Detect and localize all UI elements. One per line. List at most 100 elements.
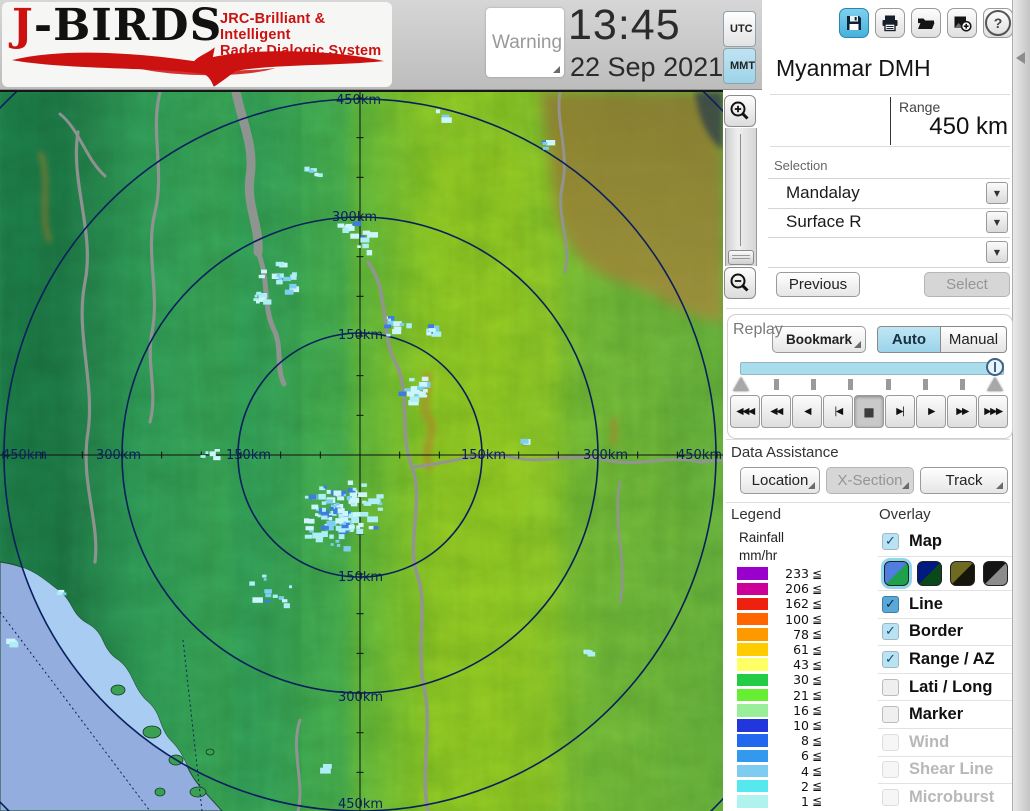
range-box-bottom-line	[770, 146, 1010, 147]
legend-row: 21 ≦	[737, 688, 847, 703]
jbirds-logo: J-BIRDS JRC-Brilliant & Intelligent Rada…	[2, 2, 392, 87]
dropdown-site[interactable]: Mandalay ▼	[768, 178, 1010, 209]
chevron-down-icon[interactable]: ▼	[986, 241, 1008, 263]
overlay-checkbox-map[interactable]: ✓	[882, 533, 899, 550]
map-style-swatch-1[interactable]	[884, 561, 909, 586]
auto-mode-button[interactable]: Auto	[877, 326, 941, 353]
overlay-label: Overlay	[879, 506, 931, 523]
map-style-swatch-4[interactable]	[983, 561, 1008, 586]
overlay-row-line: ✓ Line	[878, 591, 1012, 619]
map-style-swatch-3[interactable]	[950, 561, 975, 586]
zoom-in-button[interactable]	[724, 95, 756, 127]
legend-row: 8 ≦	[737, 733, 847, 748]
legend-swatch	[737, 582, 768, 596]
step-forward-button[interactable]: ▶|	[885, 395, 915, 428]
legend-value: 100	[785, 611, 809, 627]
ring-label: 300km	[96, 448, 141, 463]
overlay-checkbox-range-az[interactable]: ✓	[882, 650, 899, 668]
legend-comparator: ≦	[812, 688, 823, 703]
dropdown-extra[interactable]: ▼	[768, 238, 1010, 268]
map-style-swatch-2[interactable]	[917, 561, 942, 586]
legend-value: 4	[801, 763, 809, 779]
overlay-checkbox-border[interactable]: ✓	[882, 623, 899, 641]
play-reverse-button[interactable]: ◀	[792, 395, 822, 428]
utc-button[interactable]: UTC	[723, 11, 756, 47]
overlay-checkbox-microburst	[882, 788, 899, 806]
chevron-down-icon[interactable]: ▼	[986, 211, 1008, 233]
collapse-panel-arrow-icon[interactable]	[1016, 52, 1025, 64]
map-zoom-control	[722, 95, 758, 299]
legend-value: 78	[793, 626, 809, 642]
legend-comparator: ≦	[812, 627, 823, 642]
legend-comparator: ≦	[812, 779, 823, 794]
legend-row: 16 ≦	[737, 703, 847, 718]
select-button[interactable]: Select	[924, 272, 1010, 297]
panel-edge-strip	[1012, 0, 1030, 811]
overlay-row-marker: Marker	[878, 701, 1012, 729]
legend-swatch	[737, 749, 768, 763]
print-icon	[882, 15, 898, 32]
radar-map[interactable]: 450km 300km 150km 450km 300km 150km 150km 300km…	[0, 89, 723, 811]
clock-time: 13:45	[568, 1, 681, 49]
legend-swatch	[737, 597, 768, 611]
dropdown-product[interactable]: Surface R ▼	[768, 208, 1010, 238]
open-file-button[interactable]	[911, 8, 941, 38]
overlay-checkbox-wind	[882, 733, 899, 751]
slider-range-end-marker[interactable]	[987, 377, 1003, 391]
legend-comparator: ≦	[812, 794, 823, 809]
mmt-button[interactable]: MMT	[723, 48, 756, 84]
legend-row: 100 ≦	[737, 612, 847, 627]
legend-value: 162	[785, 596, 809, 612]
bookmark-button[interactable]: Bookmark	[772, 326, 866, 353]
legend-swatch	[737, 628, 768, 641]
station-name: Myanmar DMH	[776, 55, 931, 81]
stop-button[interactable]: ■	[854, 395, 884, 428]
legend-swatch	[737, 612, 768, 626]
rewind-3x-button[interactable]: ◀◀◀	[730, 395, 760, 428]
ring-label: 450km	[2, 448, 47, 463]
zoom-slider-track[interactable]	[725, 128, 757, 266]
slider-tick	[960, 379, 965, 390]
chevron-down-icon[interactable]: ▼	[986, 182, 1008, 204]
help-button[interactable]: ?	[983, 8, 1013, 38]
forward-2x-button[interactable]: ▶▶	[947, 395, 977, 428]
rewind-2x-button[interactable]: ◀◀	[761, 395, 791, 428]
overlay-checkbox-marker[interactable]	[882, 706, 899, 724]
legend-value: 6	[801, 748, 809, 764]
legend-swatch	[737, 734, 768, 747]
legend-swatch	[737, 704, 768, 717]
legend-label: Legend	[731, 506, 782, 523]
legend-value: 43	[793, 657, 809, 673]
slider-tick	[923, 379, 928, 390]
previous-button[interactable]: Previous	[776, 272, 860, 297]
print-button[interactable]	[875, 8, 905, 38]
range-value: 450 km	[929, 113, 1008, 140]
capture-button[interactable]	[947, 8, 977, 38]
save-button[interactable]	[839, 8, 869, 38]
location-button[interactable]: Location	[740, 467, 820, 494]
range-box-top-line	[770, 94, 1010, 95]
zoom-out-button[interactable]	[724, 267, 756, 299]
ring-label: 450km	[338, 797, 383, 811]
warning-button[interactable]: Warning	[486, 8, 564, 77]
overlay-checkbox-line[interactable]: ✓	[882, 595, 899, 613]
ring-label: 300km	[332, 210, 377, 225]
x-section-button[interactable]: X-Section	[826, 467, 914, 494]
forward-3x-button[interactable]: ▶▶▶	[978, 395, 1008, 428]
step-back-button[interactable]: |◀	[823, 395, 853, 428]
overlay-option-label: Shear Line	[909, 760, 994, 779]
replay-slider-track[interactable]	[740, 362, 1004, 375]
ring-label: 150km	[338, 570, 383, 585]
ring-label: 300km	[338, 690, 383, 705]
track-button[interactable]: Track	[920, 467, 1008, 494]
legend-row: 30 ≦	[737, 672, 847, 687]
legend-swatch	[737, 764, 768, 778]
overlay-option-label: Border	[909, 622, 964, 641]
manual-mode-button[interactable]: Manual	[941, 326, 1007, 353]
play-button[interactable]: ▶	[916, 395, 946, 428]
slider-range-start-marker[interactable]	[733, 377, 749, 391]
legend-comparator: ≦	[812, 566, 823, 581]
zoom-slider-thumb[interactable]	[728, 250, 754, 265]
replay-slider-handle[interactable]	[986, 358, 1004, 376]
overlay-checkbox-lati-long[interactable]	[882, 678, 899, 696]
